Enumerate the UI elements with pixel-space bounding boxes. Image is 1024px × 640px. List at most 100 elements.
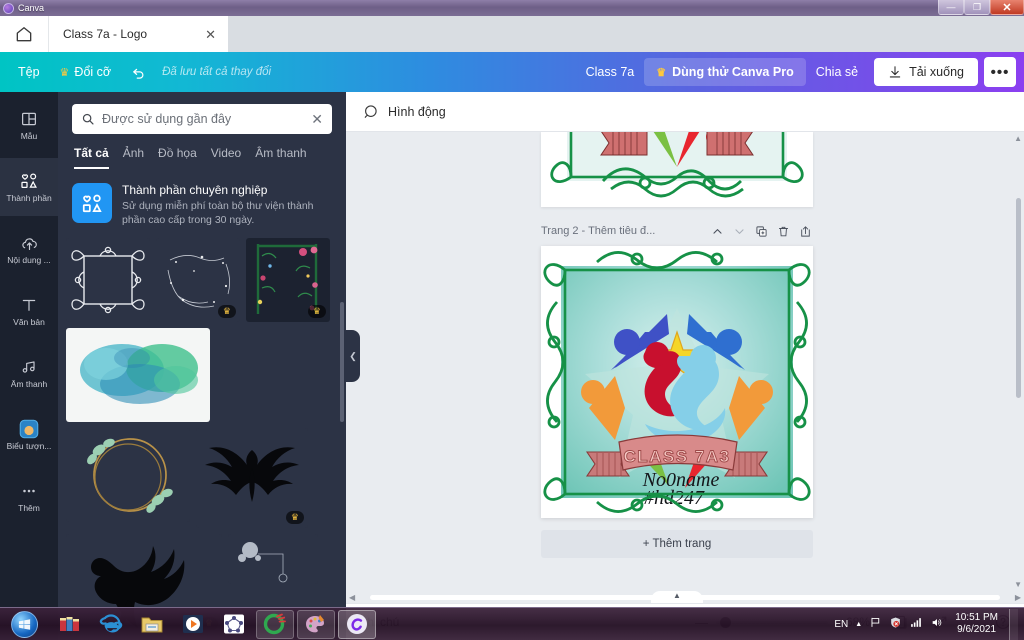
maximize-button[interactable]: ❐ bbox=[964, 0, 990, 15]
close-button[interactable]: ✕ bbox=[990, 0, 1024, 15]
sidebar-item-more[interactable]: Thêm bbox=[0, 468, 58, 526]
move-page-down-button[interactable] bbox=[732, 225, 747, 238]
canvas-scroll-thumb[interactable] bbox=[1016, 198, 1021, 398]
browser-tab-title: Class 7a - Logo bbox=[63, 27, 148, 41]
add-page-button[interactable]: + Thêm trang bbox=[541, 530, 813, 558]
canva-top-toolbar: Tệp ♛ Đổi cỡ Đã lưu tất cả thay đổi Clas… bbox=[0, 52, 1024, 92]
background-icon bbox=[18, 419, 40, 439]
file-menu-label: Tệp bbox=[18, 65, 40, 79]
resize-label: Đổi cỡ bbox=[74, 65, 112, 79]
network-icon[interactable] bbox=[909, 616, 923, 632]
search-input[interactable] bbox=[102, 112, 305, 126]
antivirus-icon[interactable] bbox=[889, 616, 902, 632]
volume-icon[interactable] bbox=[930, 616, 944, 632]
canvas-vertical-scrollbar[interactable] bbox=[1016, 138, 1021, 578]
clear-x-icon[interactable]: ✕ bbox=[311, 112, 323, 126]
pro-elements-promo[interactable]: Thành phần chuyên nghiệp Sử dụng miễn ph… bbox=[58, 169, 346, 228]
start-button[interactable] bbox=[0, 609, 48, 640]
sidebar-item-background[interactable]: Biểu tượn... bbox=[0, 406, 58, 464]
browser-tab[interactable]: Class 7a - Logo ✕ bbox=[48, 16, 228, 52]
more-dots-icon bbox=[20, 481, 38, 501]
taskbar-media-player[interactable] bbox=[174, 610, 212, 639]
panel-scrollbar[interactable] bbox=[340, 302, 344, 422]
move-page-up-button[interactable] bbox=[710, 225, 725, 238]
resize-button[interactable]: ♛ Đổi cỡ bbox=[50, 59, 122, 85]
taskbar-paint[interactable] bbox=[297, 609, 335, 639]
export-page-icon bbox=[801, 225, 810, 237]
window-title-left: Canva bbox=[0, 2, 44, 14]
duplicate-page-button[interactable] bbox=[754, 225, 769, 238]
sidebar-item-text[interactable]: Văn bản bbox=[0, 282, 58, 340]
shield-glyph bbox=[891, 617, 901, 628]
tab-audio[interactable]: Âm thanh bbox=[255, 146, 306, 169]
taskbar-geogebra[interactable] bbox=[215, 610, 253, 639]
page-title-label[interactable]: Trang 2 - Thêm tiêu đ... bbox=[541, 225, 703, 237]
text-icon bbox=[20, 295, 38, 315]
flag-glyph bbox=[871, 617, 880, 627]
sidebar-item-elements[interactable]: Thành phần bbox=[0, 158, 58, 216]
undo-button[interactable] bbox=[121, 59, 156, 86]
try-canva-pro-button[interactable]: ♛ Dùng thử Canva Pro bbox=[644, 58, 806, 86]
page-2-canvas[interactable]: CLASS 7A3 No0name #hd247 bbox=[541, 246, 813, 518]
media-player-icon bbox=[183, 615, 203, 633]
element-thumb-sparkle-frame[interactable]: ♛ bbox=[156, 237, 240, 322]
taskbar-internet-explorer[interactable] bbox=[92, 610, 130, 639]
sidebar-label-uploads: Nội dung ... bbox=[7, 256, 51, 265]
crown-icon: ♛ bbox=[656, 66, 667, 79]
tab-close-icon[interactable]: ✕ bbox=[203, 28, 218, 41]
scroll-right-arrow-icon[interactable]: ▶ bbox=[1012, 593, 1024, 602]
element-thumb-ornate-frame[interactable] bbox=[66, 237, 150, 322]
sidebar-item-audio[interactable]: Âm thanh bbox=[0, 344, 58, 402]
tab-all[interactable]: Tất cả bbox=[74, 146, 109, 169]
design-title-button[interactable]: Class 7a bbox=[576, 59, 645, 85]
gold-ring-thumb bbox=[66, 427, 190, 522]
tab-photos[interactable]: Ảnh bbox=[123, 146, 144, 169]
element-thumb-watercolor[interactable] bbox=[66, 327, 210, 422]
scroll-left-arrow-icon[interactable]: ◀ bbox=[346, 593, 358, 602]
home-button[interactable] bbox=[0, 16, 48, 52]
tab-graphics[interactable]: Đồ họa bbox=[158, 146, 197, 169]
element-thumb-sparkle-cluster[interactable] bbox=[228, 533, 318, 584]
sidebar-item-templates[interactable]: Mẫu bbox=[0, 96, 58, 154]
taskbar-apps bbox=[48, 609, 376, 639]
page-1-artwork bbox=[541, 132, 813, 207]
save-status-text: Đã lưu tất cả thay đổi bbox=[162, 66, 272, 78]
language-indicator[interactable]: EN bbox=[834, 619, 848, 630]
clock-date: 9/6/2021 bbox=[957, 624, 997, 635]
file-menu-button[interactable]: Tệp bbox=[8, 59, 50, 85]
delete-page-button[interactable] bbox=[776, 225, 791, 238]
show-desktop-button[interactable] bbox=[1009, 608, 1018, 640]
page-1-thumbnail[interactable] bbox=[541, 132, 813, 207]
pro-elements-icon bbox=[72, 183, 112, 223]
minimize-button[interactable]: — bbox=[938, 0, 964, 15]
element-thumb-gold-ring[interactable] bbox=[66, 427, 190, 522]
taskbar-file-explorer[interactable] bbox=[133, 610, 171, 639]
show-hidden-icon[interactable]: ▲ bbox=[855, 621, 862, 628]
tab-video[interactable]: Video bbox=[211, 146, 241, 169]
taskbar-unikey[interactable] bbox=[256, 609, 294, 639]
download-label: Tải xuống bbox=[909, 65, 964, 79]
scroll-down-arrow-icon[interactable]: ▼ bbox=[1014, 580, 1022, 589]
sidebar-label-more: Thêm bbox=[18, 504, 40, 513]
class-logo-artwork: CLASS 7A3 No0name #hd247 bbox=[541, 246, 813, 518]
action-center-icon[interactable] bbox=[869, 616, 882, 632]
ornate-frame-thumb bbox=[66, 237, 150, 322]
taskbar-clock[interactable]: 10:51 PM 9/6/2021 bbox=[951, 612, 1002, 636]
sparkle-cluster-thumb bbox=[228, 533, 318, 584]
taskbar-winrar[interactable] bbox=[51, 610, 89, 639]
collapse-panel-button[interactable]: ❮ bbox=[346, 330, 360, 382]
logo-banner-text: CLASS 7A3 bbox=[623, 447, 730, 466]
taskbar-canva[interactable] bbox=[338, 609, 376, 639]
export-page-button[interactable] bbox=[798, 225, 813, 238]
search-box[interactable]: ✕ bbox=[72, 104, 332, 134]
canvas-scroll-region[interactable]: Trang 2 - Thêm tiêu đ... CLASS 7A3 No0na… bbox=[346, 132, 1024, 603]
scroll-up-arrow-icon[interactable]: ▲ bbox=[1014, 134, 1022, 143]
sidebar-label-elements: Thành phần bbox=[6, 194, 52, 203]
notes-expand-handle[interactable]: ▲ bbox=[651, 591, 703, 603]
download-button[interactable]: Tải xuống bbox=[874, 58, 978, 86]
element-thumb-floral-frame[interactable]: ♛ bbox=[246, 237, 330, 322]
toolbar-more-button[interactable]: ••• bbox=[984, 57, 1016, 87]
element-thumb-phoenix[interactable]: ♛ bbox=[196, 427, 308, 528]
share-button[interactable]: Chia sẻ bbox=[806, 59, 868, 85]
sidebar-item-uploads[interactable]: Nội dung ... bbox=[0, 220, 58, 278]
